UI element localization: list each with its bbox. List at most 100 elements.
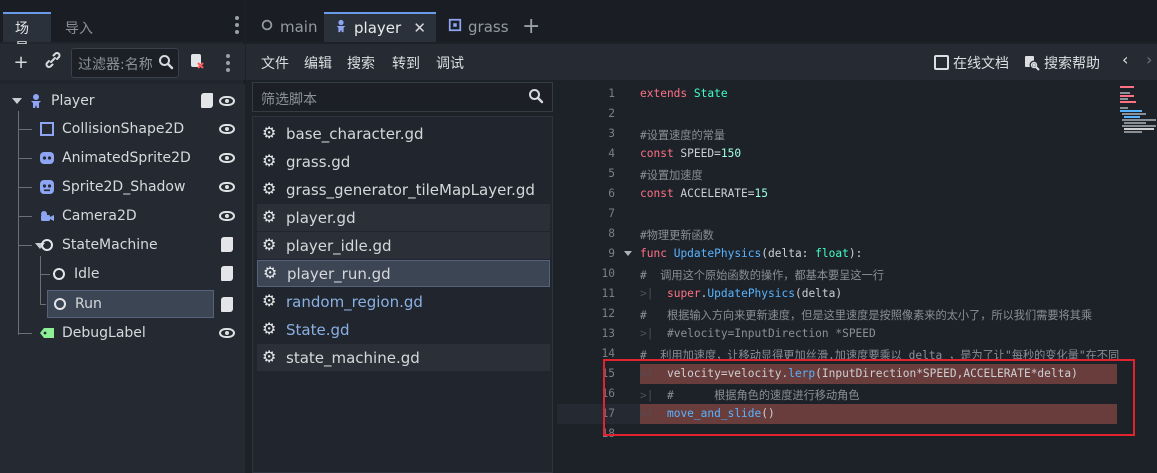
code-text: # 调用这个原始函数的操作，都基本要呈这一行 — [640, 269, 884, 282]
script-name: state_machine.gd — [286, 348, 420, 367]
filter-placeholder: 过滤器:名称 — [78, 57, 153, 73]
code-line[interactable]: 1 extends State — [557, 84, 1117, 104]
script-icon[interactable] — [201, 93, 213, 108]
link-icon[interactable] — [42, 52, 64, 74]
gear-icon — [262, 123, 278, 142]
code-line[interactable]: 6 const ACCELERATE=15 — [557, 184, 1117, 204]
script-name: player_run.gd — [287, 264, 391, 283]
code-line[interactable]: 4 const SPEED=150 — [557, 144, 1117, 164]
search-icon — [158, 54, 174, 74]
tree-node-idle[interactable]: Idle — [51, 261, 245, 287]
tree-node-debuglabel[interactable]: DebugLabel — [39, 320, 245, 346]
script-item-random-region[interactable]: random_region.gd — [257, 288, 550, 315]
code-line[interactable]: 7 — [557, 204, 1117, 224]
script-item-state[interactable]: State.gd — [257, 316, 550, 343]
code-text: # 根据输入方向来更新速度，但是这里速度是按照像素来的太小了，所以我们需要将其乘 — [640, 309, 1093, 322]
node-label: Player — [51, 93, 95, 109]
menu-edit[interactable]: 编辑 — [304, 53, 332, 73]
script-icon[interactable] — [221, 266, 233, 281]
code-line[interactable]: 13 >| #velocity=InputDirection *SPEED — [557, 324, 1117, 344]
tab-label: main — [280, 18, 318, 36]
tree-node-statemachine[interactable]: StateMachine — [39, 232, 245, 258]
tree-node-collisionshape2d[interactable]: CollisionShape2D — [39, 116, 245, 142]
online-docs-label: 在线文档 — [953, 56, 1009, 72]
tree-node-player[interactable]: Player — [28, 88, 245, 114]
tree-node-animatedsprite2d[interactable]: AnimatedSprite2D — [39, 145, 245, 171]
visibility-eye-icon[interactable] — [219, 211, 235, 221]
script-name: State.gd — [286, 320, 350, 339]
script-item-grass-generator[interactable]: grass_generator_tileMapLayer.gd — [257, 176, 550, 203]
code-line[interactable]: 3 #设置速度的常量 — [557, 124, 1117, 144]
back-arrow-icon[interactable]: ‹ — [1122, 50, 1128, 69]
tree-node-sprite2d-shadow[interactable]: Sprite2D_Shadow — [39, 174, 245, 200]
code-line[interactable]: 9 func UpdatePhysics(delta: float): — [557, 244, 1117, 264]
node-icon — [51, 266, 67, 282]
visibility-eye-icon[interactable] — [219, 124, 235, 134]
line-number: 4 — [608, 147, 615, 160]
code-line[interactable]: 5 #设置加速度 — [557, 164, 1117, 184]
script-filter-placeholder: 筛选脚本 — [261, 92, 317, 108]
node-label: Idle — [74, 266, 100, 282]
script-filter-input[interactable]: 筛选脚本 — [252, 82, 553, 112]
code-line[interactable]: 12 # 根据输入方向来更新速度，但是这里速度是按照像素来的太小了，所以我们需要将… — [557, 304, 1117, 324]
node-label: CollisionShape2D — [62, 121, 185, 137]
menu-file[interactable]: 文件 — [261, 53, 289, 73]
script-name: grass_generator_tileMapLayer.gd — [286, 180, 535, 199]
editor-tabs: main player ✕ grass + — [246, 0, 1157, 42]
menu-debug[interactable]: 调试 — [436, 53, 464, 73]
script-item-player-run[interactable]: player_run.gd — [257, 260, 550, 287]
line-number: 1 — [608, 87, 615, 100]
script-icon[interactable] — [221, 297, 233, 312]
animated-sprite-icon — [39, 150, 55, 166]
gear-icon — [262, 151, 278, 170]
script-name: random_region.gd — [286, 292, 423, 311]
code-minimap[interactable] — [1118, 80, 1157, 140]
tab-main[interactable]: main — [250, 12, 322, 42]
code-line[interactable]: 8 #物理更新函数 — [557, 224, 1117, 244]
script-remove-icon[interactable] — [186, 52, 208, 74]
tab-scene[interactable]: 场景 — [3, 12, 51, 57]
tab-import[interactable]: 导入 — [53, 12, 105, 42]
scene-dock-tabs: 场景 导入 — [0, 0, 245, 57]
script-name: base_character.gd — [286, 124, 424, 143]
add-tab-button[interactable]: + — [522, 14, 540, 39]
label-icon — [39, 325, 55, 341]
visibility-eye-icon[interactable] — [219, 182, 235, 192]
tree-node-camera2d[interactable]: Camera2D — [39, 203, 245, 229]
line-number: 7 — [608, 207, 615, 220]
script-icon[interactable] — [221, 237, 233, 252]
collapse-arrow-icon[interactable] — [12, 98, 22, 104]
visibility-eye-icon[interactable] — [219, 153, 235, 163]
visibility-eye-icon[interactable] — [219, 328, 235, 338]
line-number: 6 — [608, 187, 615, 200]
close-icon[interactable]: ✕ — [413, 19, 426, 37]
forward-arrow-icon[interactable]: › — [1146, 50, 1152, 69]
code-line[interactable]: 2 — [557, 104, 1117, 124]
node-label: Camera2D — [62, 208, 137, 224]
tree-node-run[interactable]: Run — [47, 290, 214, 318]
script-item-grass[interactable]: grass.gd — [257, 148, 550, 175]
code-line[interactable]: 10 # 调用这个原始函数的操作，都基本要呈这一行 — [557, 264, 1117, 284]
highlight-annotation-box — [603, 359, 1135, 436]
code-line[interactable]: 11 >| super.UpdatePhysics(delta) — [557, 284, 1117, 304]
tab-grass[interactable]: grass — [438, 12, 528, 42]
fold-arrow-icon[interactable] — [624, 251, 632, 256]
search-help-button[interactable]: 搜索帮助 — [1024, 53, 1100, 75]
visibility-eye-icon[interactable] — [219, 96, 235, 106]
scene-menu-icon[interactable] — [226, 54, 230, 72]
character-body-icon — [334, 19, 348, 37]
script-item-player-idle[interactable]: player_idle.gd — [257, 232, 550, 259]
online-docs-button[interactable]: 在线文档 — [934, 53, 1009, 73]
dock-menu-icon[interactable] — [235, 16, 239, 34]
menu-goto[interactable]: 转到 — [392, 53, 420, 73]
external-link-icon — [934, 55, 949, 70]
node-filter-input[interactable]: 过滤器:名称 — [71, 48, 179, 78]
menu-search[interactable]: 搜索 — [347, 53, 375, 73]
script-item-base-character[interactable]: base_character.gd — [257, 120, 550, 147]
code-text: #设置速度的常量 — [640, 129, 726, 142]
add-node-icon[interactable]: + — [10, 52, 32, 74]
node-label: Run — [75, 296, 102, 312]
tab-player[interactable]: player ✕ — [324, 12, 436, 42]
script-item-state-machine[interactable]: state_machine.gd — [257, 344, 550, 371]
script-item-player[interactable]: player.gd — [257, 204, 550, 231]
